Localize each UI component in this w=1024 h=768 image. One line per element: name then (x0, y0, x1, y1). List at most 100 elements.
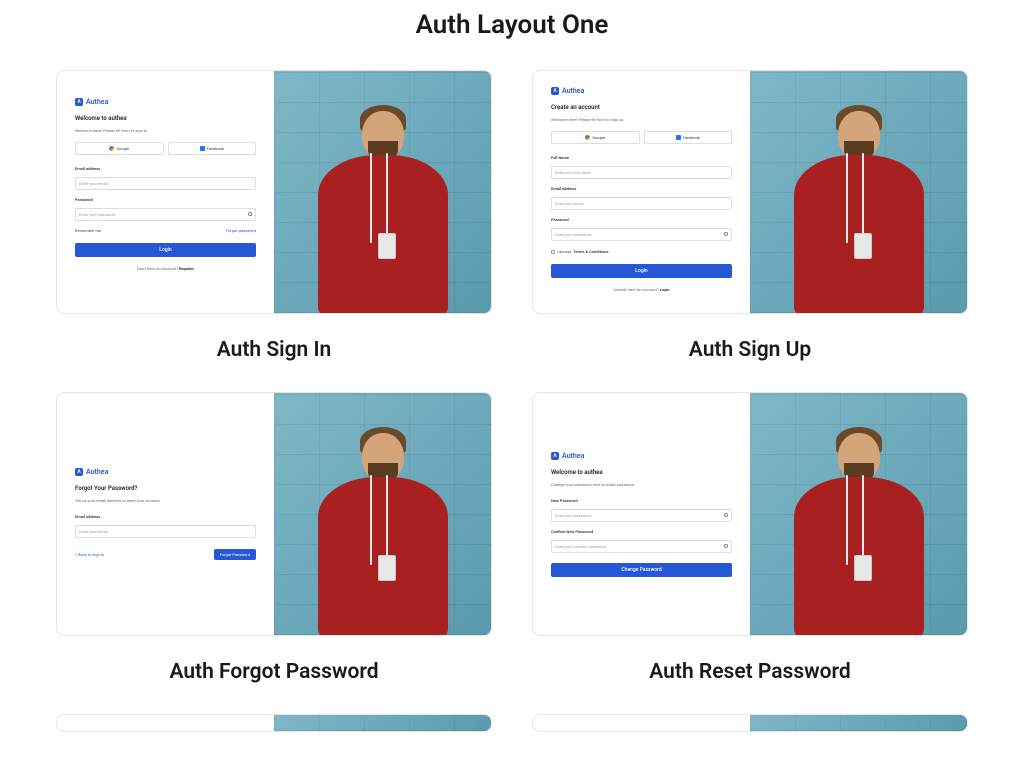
footer-question: Don't have an account? (137, 266, 178, 271)
footer-text: Don't have an account? Register (75, 266, 256, 271)
welcome-heading: Welcome to authea (75, 115, 256, 122)
google-icon (109, 146, 114, 151)
password-input[interactable]: Enter your password (75, 208, 256, 221)
google-button[interactable]: Google (551, 131, 640, 144)
email-label: Email address (551, 186, 732, 191)
footer-question: Already have an account? (613, 287, 658, 292)
forgot-heading: Forgot Your Password? (75, 485, 256, 492)
caption-forgot: Auth Forgot Password (169, 660, 378, 684)
forgot-sub: Tell us your email address to reset your… (75, 498, 256, 503)
brand-icon: A (551, 87, 559, 95)
card-grid: AAuthea Welcome to authea Welcome back! … (0, 70, 1024, 732)
eye-icon[interactable] (724, 232, 728, 236)
signup-button[interactable]: Login (551, 264, 732, 278)
new-password-input[interactable]: Enter your password (551, 509, 732, 522)
google-label: Google (116, 146, 129, 151)
thumb-signup: AAuthea Create an account Welcome here! … (532, 70, 968, 314)
google-button[interactable]: Google (75, 142, 164, 155)
card-partial-right[interactable] (532, 714, 968, 732)
name-input[interactable]: Enter your full name (551, 166, 732, 179)
caption-reset: Auth Reset Password (649, 660, 850, 684)
reset-heading: Welcome to authea (551, 469, 732, 476)
forgot-button[interactable]: Forgot Password (214, 549, 256, 560)
eye-icon[interactable] (724, 513, 728, 517)
brand-icon: A (551, 452, 559, 460)
facebook-icon (676, 135, 681, 140)
options-row: Remember me Forgot password (75, 228, 256, 233)
facebook-button[interactable]: Facebook (644, 131, 733, 144)
remember-label[interactable]: Remember me (75, 228, 101, 233)
email-input[interactable]: Enter your email (75, 525, 256, 538)
brand-text: Authea (86, 98, 108, 106)
email-label: Email address (75, 166, 256, 171)
google-label: Google (592, 135, 605, 140)
new-password-label: New Password (551, 498, 732, 503)
google-icon (585, 135, 590, 140)
brand-text: Authea (86, 468, 108, 476)
name-label: Full Name (551, 155, 732, 160)
reset-sub: Change your password here to make passwo… (551, 482, 732, 487)
page-title: Auth Layout One (0, 0, 1024, 70)
social-row: Google Facebook (75, 142, 256, 155)
card-signin[interactable]: AAuthea Welcome to authea Welcome back! … (56, 70, 492, 362)
facebook-icon (200, 146, 205, 151)
form-forgot: AAuthea Forgot Your Password? Tell us yo… (57, 393, 274, 635)
password-label: Password (75, 197, 256, 202)
hero-image-partial (750, 715, 967, 731)
thumb-reset: AAuthea Welcome to authea Change your pa… (532, 392, 968, 636)
brand-text: Authea (562, 87, 584, 95)
thumb-partial (56, 714, 492, 732)
login-button[interactable]: Login (75, 243, 256, 257)
brand: AAuthea (75, 468, 256, 476)
email-input[interactable]: Enter your email (551, 197, 732, 210)
signup-sub: Welcome here! Please fill form to sign u… (551, 117, 732, 122)
actions-row: < Back to sign in Forgot Password (75, 549, 256, 560)
forgot-link[interactable]: Forgot password (226, 228, 256, 233)
card-forgot[interactable]: AAuthea Forgot Your Password? Tell us yo… (56, 392, 492, 684)
hero-image (274, 393, 491, 635)
brand: AAuthea (551, 87, 732, 95)
brand: AAuthea (551, 452, 732, 460)
caption-signin: Auth Sign In (217, 338, 332, 362)
password-input[interactable]: Enter your password (551, 228, 732, 241)
form-partial (533, 715, 750, 732)
thumb-signin: AAuthea Welcome to authea Welcome back! … (56, 70, 492, 314)
form-signin: AAuthea Welcome to authea Welcome back! … (57, 71, 274, 313)
password-label: Password (551, 217, 732, 222)
form-reset: AAuthea Welcome to authea Change your pa… (533, 393, 750, 635)
email-input[interactable]: Enter your email (75, 177, 256, 190)
card-partial-left[interactable] (56, 714, 492, 732)
card-signup[interactable]: AAuthea Create an account Welcome here! … (532, 70, 968, 362)
confirm-password-input[interactable]: Enter your confirm password (551, 540, 732, 553)
terms-link[interactable]: Terms & Conditions (573, 249, 608, 254)
checkbox-icon[interactable] (551, 250, 555, 254)
brand: AAuthea (75, 98, 256, 106)
welcome-sub: Welcome back! Please fill form to sign i… (75, 128, 256, 133)
form-signup: AAuthea Create an account Welcome here! … (533, 71, 750, 313)
email-label: Email address (75, 514, 256, 519)
back-link[interactable]: < Back to sign in (75, 552, 104, 557)
confirm-password-label: Confirm New Password (551, 529, 732, 534)
hero-image (750, 393, 967, 635)
facebook-label: Facebook (683, 135, 700, 140)
card-reset[interactable]: AAuthea Welcome to authea Change your pa… (532, 392, 968, 684)
caption-signup: Auth Sign Up (689, 338, 811, 362)
terms-row[interactable]: I accept Terms & Conditions (551, 249, 732, 254)
terms-pre: I accept (557, 249, 571, 254)
eye-icon[interactable] (724, 544, 728, 548)
login-link[interactable]: Login (660, 287, 670, 292)
change-password-button[interactable]: Change Password (551, 563, 732, 577)
thumb-partial (532, 714, 968, 732)
thumb-forgot: AAuthea Forgot Your Password? Tell us yo… (56, 392, 492, 636)
hero-image-partial (274, 715, 491, 731)
hero-image (274, 71, 491, 313)
brand-icon: A (75, 98, 83, 106)
eye-icon[interactable] (248, 212, 252, 216)
form-partial (57, 715, 274, 732)
brand-icon: A (75, 468, 83, 476)
footer-text: Already have an account? Login (551, 287, 732, 292)
facebook-button[interactable]: Facebook (168, 142, 257, 155)
register-link[interactable]: Register (179, 266, 194, 271)
facebook-label: Facebook (207, 146, 224, 151)
hero-image (750, 71, 967, 313)
